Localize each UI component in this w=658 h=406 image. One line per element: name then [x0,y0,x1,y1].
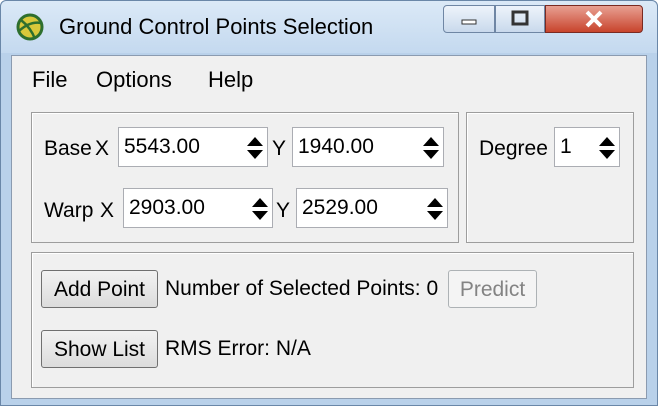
spin-arrows-icon[interactable] [252,196,268,222]
menu-file[interactable]: File [32,67,67,93]
maximize-icon [511,10,529,26]
base-y-spinbox[interactable]: 1940.00 [292,127,444,167]
close-icon [585,10,603,28]
add-point-button[interactable]: Add Point [41,270,158,308]
client-area: File Options Help Base X 5543.00 Y 1940.… [11,55,647,399]
coordinates-group: Base X 5543.00 Y 1940.00 Warp X 2903.00 … [31,112,459,243]
spin-arrows-icon[interactable] [599,135,615,161]
menu-options[interactable]: Options [96,67,172,93]
menu-help[interactable]: Help [208,67,253,93]
spin-arrows-icon[interactable] [427,196,443,222]
base-label: Base [44,137,92,160]
actions-group: Add Point Number of Selected Points: 0 P… [31,252,634,388]
show-list-button[interactable]: Show List [41,330,158,368]
maximize-button[interactable] [495,5,545,33]
degree-value: 1 [560,135,572,158]
gcp-selection-window: Ground Control Points Selection File Opt… [0,0,658,406]
warp-x-value: 2903.00 [129,196,205,219]
minimize-button[interactable] [443,5,495,33]
warp-y-label: Y [276,199,291,222]
warp-x-spinbox[interactable]: 2903.00 [123,188,273,228]
menu-bar: File Options Help [12,56,646,102]
base-x-spinbox[interactable]: 5543.00 [118,127,268,167]
base-y-label: Y [272,137,287,160]
degree-label: Degree [479,137,548,160]
title-bar[interactable]: Ground Control Points Selection [1,1,657,53]
warp-y-value: 2529.00 [302,196,378,219]
warp-label: Warp [44,199,94,222]
degree-group: Degree 1 [466,112,634,243]
close-button[interactable] [545,5,643,33]
minimize-icon [461,19,477,25]
spin-arrows-icon[interactable] [423,135,439,161]
base-x-value: 5543.00 [124,135,200,158]
selected-points-count: Number of Selected Points: 0 [165,277,439,300]
globe-icon [16,13,44,41]
predict-button[interactable]: Predict [448,270,537,308]
warp-x-label: X [100,199,115,222]
warp-y-spinbox[interactable]: 2529.00 [296,188,448,228]
base-x-label: X [95,137,110,160]
degree-spinbox[interactable]: 1 [554,127,620,167]
spin-arrows-icon[interactable] [247,135,263,161]
rms-error: RMS Error: N/A [165,337,311,360]
window-title: Ground Control Points Selection [59,14,374,39]
base-y-value: 1940.00 [298,135,374,158]
